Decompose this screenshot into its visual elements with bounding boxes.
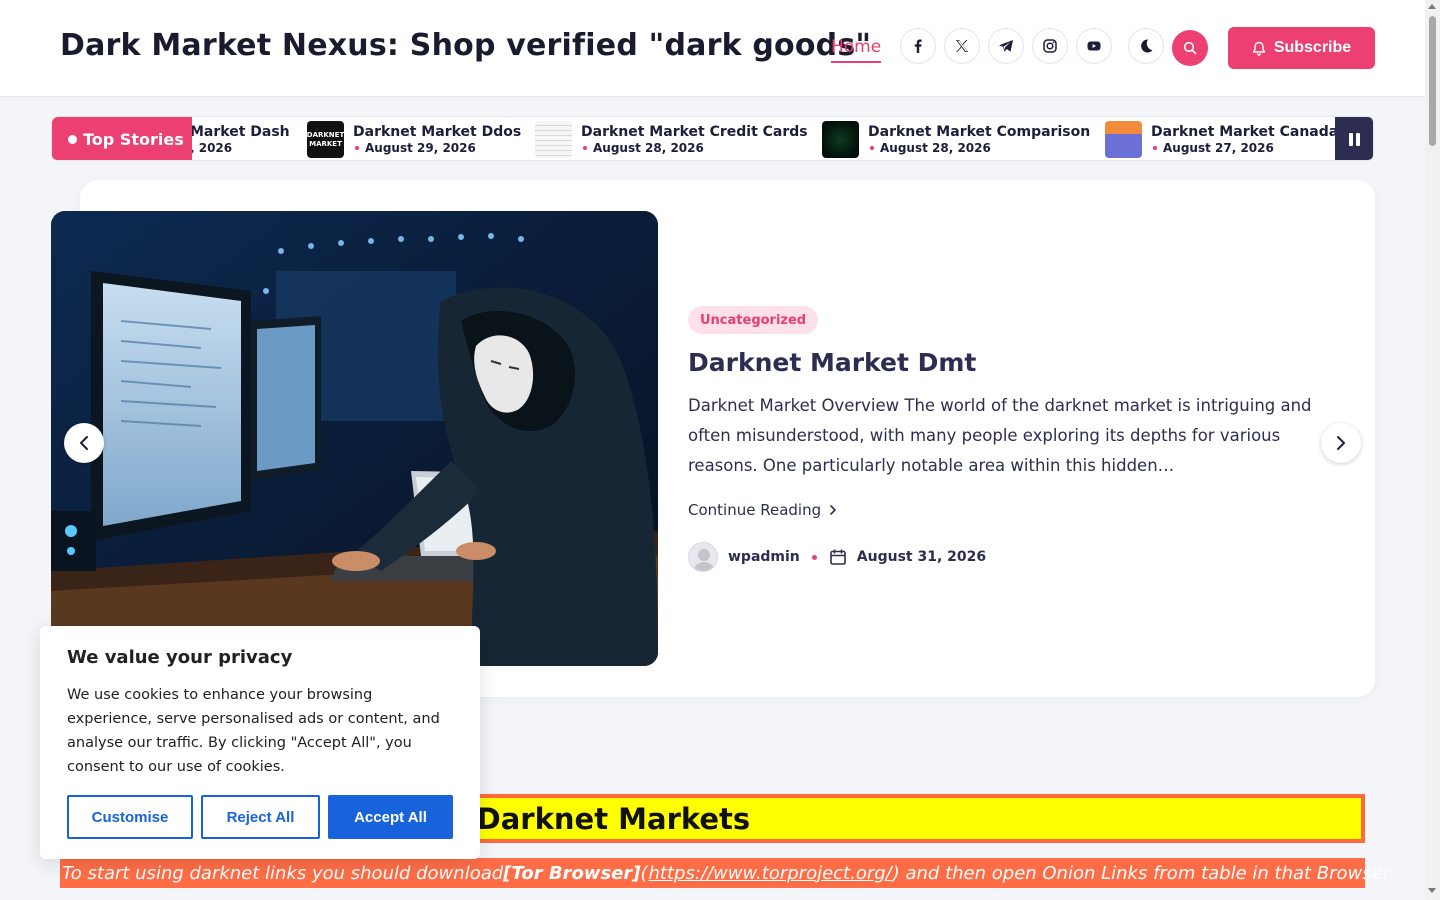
ticker-thumb: DARKNET MARKET <box>307 121 344 158</box>
bell-icon <box>1252 41 1266 56</box>
facebook-icon[interactable] <box>900 28 936 64</box>
ticker-item-date: August 27, 2026 <box>1151 141 1337 156</box>
category-badge[interactable]: Uncategorized <box>688 306 819 334</box>
customise-button[interactable]: Customise <box>67 795 193 839</box>
meta-separator <box>811 554 817 560</box>
ticker-item-date: August 28, 2026 <box>581 141 808 156</box>
ticker-thumb <box>822 121 859 158</box>
dark-mode-toggle[interactable] <box>1128 28 1164 64</box>
tor-text-prefix: To start using darknet links you should … <box>62 862 504 884</box>
nav-home-link[interactable]: Home <box>831 37 882 63</box>
x-twitter-icon[interactable] <box>944 28 980 64</box>
accept-all-button[interactable]: Accept All <box>328 795 453 839</box>
telegram-icon[interactable] <box>988 28 1024 64</box>
ticker-item-date: August 28, 2026 <box>868 141 1090 156</box>
pause-icon <box>1348 133 1353 146</box>
page-scrollbar[interactable] <box>1425 0 1440 900</box>
page: Dark Market Nexus: Shop verified "dark g… <box>0 0 1440 900</box>
top-stories-ticker: Top Stories Market Dash , 2026 DARKNET MA… <box>51 116 1374 161</box>
ticker-item-title: Darknet Market Canada <box>1151 123 1337 140</box>
cookie-consent-banner: We value your privacy We use cookies to … <box>40 626 480 859</box>
ticker-item-date: , 2026 <box>190 140 233 155</box>
tor-instructions: To start using darknet links you should … <box>60 858 1390 888</box>
subscribe-label: Subscribe <box>1273 39 1352 56</box>
top-stories-text: Top Stories <box>83 130 184 149</box>
scrollbar-thumb[interactable] <box>1429 16 1436 146</box>
search-icon <box>1183 41 1197 55</box>
post-date[interactable]: August 31, 2026 <box>857 549 986 565</box>
ticker-pause-button[interactable] <box>1335 117 1373 160</box>
ticker-item[interactable]: Darknet Market Canada August 27, 2026 <box>1105 121 1337 158</box>
tor-paren-open: ( <box>640 862 648 884</box>
scroll-up-arrow-icon[interactable] <box>1428 4 1436 9</box>
calendar-icon <box>829 549 846 565</box>
featured-post-image[interactable] <box>51 211 658 666</box>
ticker-item-title: Darknet Market Comparison <box>868 123 1091 140</box>
ticker-thumb <box>535 121 572 158</box>
chevron-right-icon <box>830 505 837 515</box>
ticker-item-date: August 29, 2026 <box>353 141 521 156</box>
scroll-down-arrow-icon[interactable] <box>1428 888 1436 893</box>
site-header: Dark Market Nexus: Shop verified "dark g… <box>0 0 1425 97</box>
continue-reading-label: Continue Reading <box>688 501 822 519</box>
cookie-title: We value your privacy <box>67 647 293 668</box>
post-excerpt: Darknet Market Overview The world of the… <box>688 396 1312 475</box>
top-stories-label: Top Stories <box>52 117 192 160</box>
ticker-item-title: Darknet Market Credit Cards <box>581 123 808 140</box>
ticker-item-title: Darknet Market Ddos <box>353 123 522 140</box>
ticker-track: Market Dash , 2026 DARKNET MARKET Darknet… <box>52 117 1337 160</box>
author-name[interactable]: wpadmin <box>728 549 800 565</box>
cookie-text: We use cookies to enhance your browsing … <box>67 687 440 775</box>
ticker-item-title: Market Dash <box>190 123 290 140</box>
chevron-left-icon <box>80 436 88 450</box>
tor-browser-label: [Tor Browser] <box>503 862 641 884</box>
post-meta: wpadmin August 31, 2026 <box>688 542 986 572</box>
instagram-icon[interactable] <box>1032 28 1068 64</box>
avatar[interactable] <box>688 542 718 572</box>
ticker-thumb <box>1105 121 1142 158</box>
search-button[interactable] <box>1172 30 1208 66</box>
youtube-icon[interactable] <box>1076 28 1112 64</box>
ticker-item[interactable]: DARKNET MARKET Darknet Market Ddos August… <box>307 121 521 158</box>
subscribe-button[interactable]: Subscribe <box>1228 27 1375 69</box>
tor-project-link[interactable]: https://www.torproject.org/ <box>649 863 892 884</box>
continue-reading-link[interactable]: Continue Reading <box>688 501 837 519</box>
slider-prev-button[interactable] <box>64 423 104 463</box>
reject-all-button[interactable]: Reject All <box>201 795 320 839</box>
tor-text-suffix: ) and then open Onion Links from table i… <box>892 862 1391 884</box>
site-title[interactable]: Dark Market Nexus: Shop verified "dark g… <box>60 28 871 63</box>
post-title[interactable]: Darknet Market Dmt <box>688 348 976 377</box>
ticker-item[interactable]: Market Dash , 2026 <box>190 121 290 158</box>
ticker-item[interactable]: Darknet Market Credit Cards August 28, 2… <box>535 121 808 158</box>
moon-icon <box>1141 39 1153 53</box>
ticker-item[interactable]: Darknet Market Comparison August 28, 202… <box>822 121 1090 158</box>
dot-icon <box>68 135 77 144</box>
chevron-right-icon <box>1337 436 1345 450</box>
